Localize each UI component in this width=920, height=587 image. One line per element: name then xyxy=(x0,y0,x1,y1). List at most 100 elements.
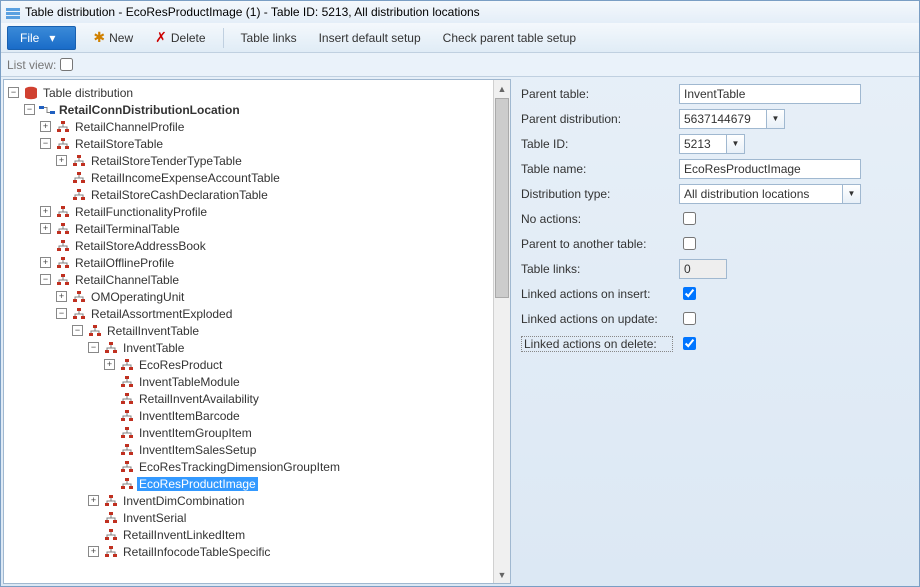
table-id-input[interactable]: 5213 xyxy=(679,134,727,154)
tree-item[interactable]: +OMOperatingUnit xyxy=(56,288,493,305)
toolbar: File ▾ ✱ New ✗ Delete Table links Insert… xyxy=(1,23,919,53)
tree-item[interactable]: +InventDimCombination xyxy=(88,492,493,509)
scrollbar[interactable]: ▲ ▼ xyxy=(493,80,510,583)
tree-item[interactable]: −RetailInventTable xyxy=(72,322,493,339)
insert-default-label: Insert default setup xyxy=(319,31,421,45)
scroll-down-icon[interactable]: ▼ xyxy=(494,566,510,583)
delete-button[interactable]: ✗ Delete xyxy=(144,24,216,51)
tree[interactable]: − Table distribution − RetailConnDistrib… xyxy=(4,80,493,583)
prop-label: Linked actions on insert: xyxy=(521,287,673,301)
tree-item[interactable]: −RetailAssortmentExploded xyxy=(56,305,493,322)
hierarchy-icon xyxy=(103,340,119,356)
expand-icon[interactable]: + xyxy=(40,121,51,132)
hierarchy-icon xyxy=(71,306,87,322)
new-button[interactable]: ✱ New xyxy=(82,24,144,51)
new-icon: ✱ xyxy=(93,29,105,46)
prop-parent-distribution: Parent distribution: 5637144679 ▼ xyxy=(521,106,911,131)
hierarchy-icon xyxy=(119,374,135,390)
tree-item[interactable]: +RetailInfocodeTableSpecific xyxy=(88,543,493,560)
prop-table-id: Table ID: 5213 ▼ xyxy=(521,131,911,156)
tree-item[interactable]: RetailInventAvailability xyxy=(104,390,493,407)
parent-dist-input[interactable]: 5637144679 xyxy=(679,109,767,129)
tree-item[interactable]: RetailInventLinkedItem xyxy=(88,526,493,543)
parent-table-input[interactable]: InventTable xyxy=(679,84,861,104)
collapse-icon[interactable]: − xyxy=(40,138,51,149)
prop-label: Table name: xyxy=(521,162,673,176)
tree-label: RetailTerminalTable xyxy=(73,222,182,236)
tree-item[interactable]: EcoResTrackingDimensionGroupItem xyxy=(104,458,493,475)
hierarchy-icon xyxy=(119,476,135,492)
tree-root[interactable]: − Table distribution xyxy=(8,84,493,101)
linked-delete-checkbox[interactable] xyxy=(683,337,696,350)
tree-item[interactable]: InventItemBarcode xyxy=(104,407,493,424)
linked-insert-checkbox[interactable] xyxy=(683,287,696,300)
expand-icon[interactable]: + xyxy=(104,359,115,370)
scroll-thumb[interactable] xyxy=(495,98,509,298)
prop-table-name: Table name: EcoResProductImage xyxy=(521,156,911,181)
expand-icon[interactable]: + xyxy=(56,155,67,166)
expand-icon[interactable]: + xyxy=(40,257,51,268)
tree-item[interactable]: −RetailStoreTable xyxy=(40,135,493,152)
expand-icon[interactable]: + xyxy=(56,291,67,302)
tree-item[interactable]: RetailIncomeExpenseAccountTable xyxy=(56,169,493,186)
tree-item[interactable]: +RetailOfflineProfile xyxy=(40,254,493,271)
tree-item[interactable]: InventSerial xyxy=(88,509,493,526)
hierarchy-icon xyxy=(103,527,119,543)
delete-label: Delete xyxy=(171,31,206,45)
hierarchy-icon xyxy=(55,119,71,135)
dist-type-select[interactable]: All distribution locations xyxy=(679,184,843,204)
properties-panel: Parent table: InventTable Parent distrib… xyxy=(513,77,919,586)
expand-icon[interactable]: + xyxy=(40,223,51,234)
tree-item[interactable]: +EcoResProduct xyxy=(104,356,493,373)
tree-label: RetailIncomeExpenseAccountTable xyxy=(89,171,282,185)
tree-item-selected[interactable]: EcoResProductImage xyxy=(104,475,493,492)
prop-label: Parent table: xyxy=(521,87,673,101)
file-menu-button[interactable]: File ▾ xyxy=(7,26,76,50)
no-actions-checkbox[interactable] xyxy=(683,212,696,225)
prop-label: Parent distribution: xyxy=(521,112,673,126)
tree-label: RetailInventLinkedItem xyxy=(121,528,247,542)
dropdown-button[interactable]: ▼ xyxy=(843,184,861,204)
tree-item[interactable]: InventItemSalesSetup xyxy=(104,441,493,458)
prop-label: Linked actions on delete: xyxy=(521,336,673,352)
collapse-icon[interactable]: − xyxy=(56,308,67,319)
collapse-icon[interactable]: − xyxy=(72,325,83,336)
tree-item[interactable]: +RetailFunctionalityProfile xyxy=(40,203,493,220)
tree-label: EcoResTrackingDimensionGroupItem xyxy=(137,460,342,474)
dropdown-button[interactable]: ▼ xyxy=(727,134,745,154)
table-name-input[interactable]: EcoResProductImage xyxy=(679,159,861,179)
prop-label: Parent to another table: xyxy=(521,237,673,251)
titlebar: Table distribution - EcoResProductImage … xyxy=(1,1,919,23)
expand-icon[interactable]: + xyxy=(40,206,51,217)
tree-item-distribution-location[interactable]: − RetailConnDistributionLocation xyxy=(24,101,493,118)
scroll-up-icon[interactable]: ▲ xyxy=(494,80,510,97)
tree-label: InventTableModule xyxy=(137,375,242,389)
dropdown-button[interactable]: ▼ xyxy=(767,109,785,129)
collapse-icon[interactable]: − xyxy=(8,87,19,98)
check-parent-button[interactable]: Check parent table setup xyxy=(432,26,587,50)
tree-item[interactable]: −RetailChannelTable xyxy=(40,271,493,288)
tree-item[interactable]: InventTableModule xyxy=(104,373,493,390)
expand-icon[interactable]: + xyxy=(88,495,99,506)
table-links-button[interactable]: Table links xyxy=(230,26,308,50)
tree-label: RetailStoreCashDeclarationTable xyxy=(89,188,270,202)
insert-default-button[interactable]: Insert default setup xyxy=(308,26,432,50)
tree-item[interactable]: RetailStoreCashDeclarationTable xyxy=(56,186,493,203)
linked-update-checkbox[interactable] xyxy=(683,312,696,325)
tree-item[interactable]: + RetailTerminalTable xyxy=(40,220,493,237)
collapse-icon[interactable]: − xyxy=(24,104,35,115)
collapse-icon[interactable]: − xyxy=(40,274,51,285)
tree-item[interactable]: −InventTable xyxy=(88,339,493,356)
expand-icon[interactable]: + xyxy=(88,546,99,557)
tree-item[interactable]: +RetailChannelProfile xyxy=(40,118,493,135)
tree-label: RetailStoreTenderTypeTable xyxy=(89,154,244,168)
parent-another-checkbox[interactable] xyxy=(683,237,696,250)
list-view-checkbox[interactable] xyxy=(60,58,73,71)
collapse-icon[interactable]: − xyxy=(88,342,99,353)
tree-item[interactable]: + RetailStoreTenderTypeTable xyxy=(56,152,493,169)
hierarchy-icon xyxy=(119,425,135,441)
hierarchy-icon xyxy=(119,459,135,475)
hierarchy-icon xyxy=(103,544,119,560)
tree-item[interactable]: InventItemGroupItem xyxy=(104,424,493,441)
tree-item[interactable]: RetailStoreAddressBook xyxy=(40,237,493,254)
